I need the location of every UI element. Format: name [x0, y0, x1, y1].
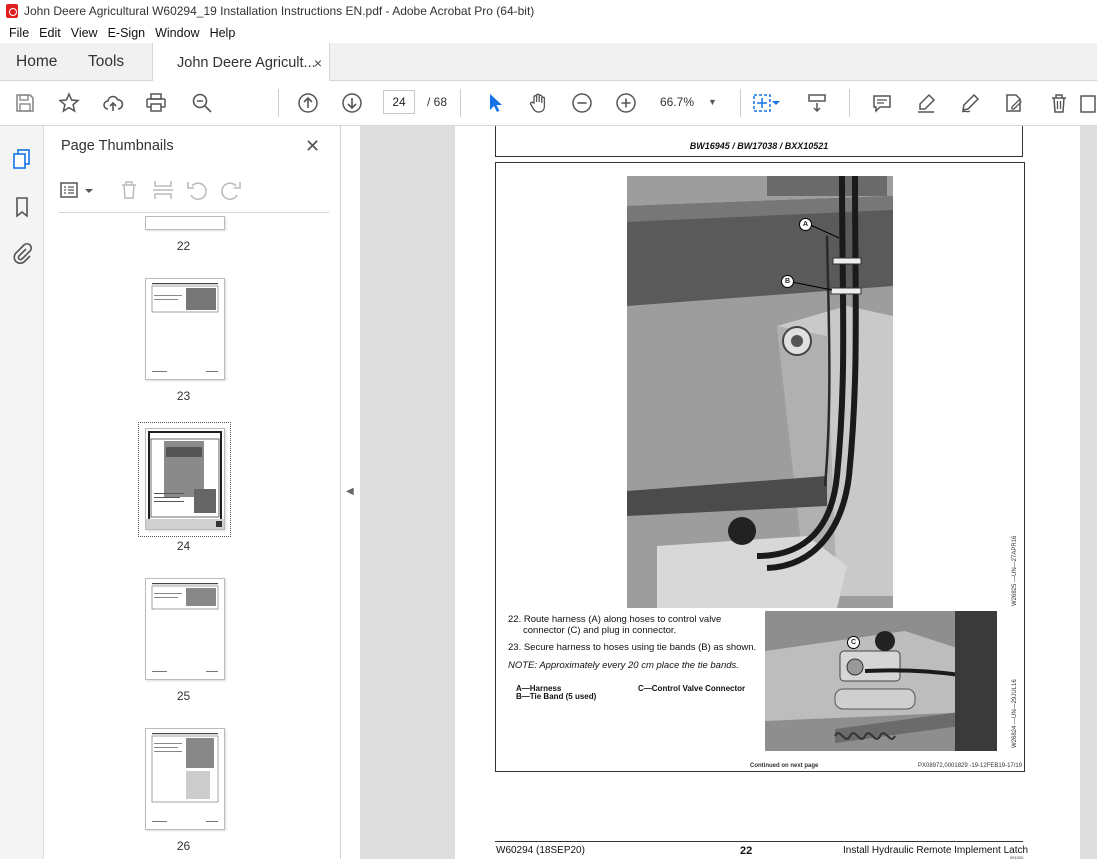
footer-page-number: 22 — [740, 845, 753, 857]
thumbnail-label: 26 — [176, 839, 191, 853]
menu-file[interactable]: File — [4, 26, 34, 40]
header-models: BW16945 / BW17038 / BXX10521 — [689, 141, 829, 151]
rotate-right-icon[interactable] — [219, 178, 243, 202]
thumbnail-label: 23 — [176, 389, 191, 403]
tab-document[interactable]: John Deere Agricult... × — [152, 43, 330, 82]
document-code: PX08972,0001829 -19-12FEB19-17/19 — [918, 763, 1023, 769]
extract-page-icon[interactable] — [151, 178, 175, 202]
thumbnail-label: 25 — [176, 689, 191, 703]
title-bar: John Deere Agricultural W60294_19 Instal… — [0, 0, 1097, 22]
tab-bar: Home Tools John Deere Agricult... × — [0, 43, 1097, 82]
chevron-down-icon[interactable] — [83, 178, 95, 202]
upload-cloud-icon[interactable] — [100, 90, 126, 116]
thumbnail-page-22[interactable] — [145, 216, 225, 230]
main-toolbar — [0, 81, 1097, 126]
thumbnail-page-24[interactable] — [145, 428, 225, 530]
edit-pdf-icon[interactable] — [1001, 90, 1027, 116]
page-total: / 68 — [427, 95, 448, 109]
zoom-search-icon[interactable] — [189, 90, 215, 116]
chevron-down-icon: ▼ — [708, 97, 717, 107]
more-tools-icon[interactable] — [1079, 90, 1097, 116]
figure-code-2: W26824 —UN—29JUL16 — [1012, 679, 1018, 748]
menu-edit[interactable]: Edit — [34, 26, 66, 40]
step-22-line-1: 22. Route harness (A) along hoses to con… — [508, 614, 722, 625]
attachment-icon[interactable] — [11, 242, 33, 264]
thumbnail-label: 22 — [176, 239, 191, 253]
navigation-rail — [0, 126, 44, 859]
toolbar-separator — [740, 89, 741, 117]
continued-note: Continued on next page — [750, 763, 819, 769]
zoom-value: 66.7% — [660, 95, 695, 109]
panel-title: Page Thumbnails — [61, 138, 174, 154]
installation-photo-harness-routing — [627, 176, 893, 608]
collapse-panel-icon[interactable]: ◀ — [346, 486, 354, 497]
save-icon[interactable] — [12, 90, 38, 116]
toolbar-separator — [278, 89, 279, 117]
toolbar-separator — [849, 89, 850, 117]
print-icon[interactable] — [143, 90, 169, 116]
bookmark-icon[interactable] — [11, 196, 33, 218]
step-22-line-2: connector (C) and plug in connector. — [523, 625, 677, 636]
step-23: 23. Secure harness to hoses using tie ba… — [508, 642, 757, 653]
tab-tools[interactable]: Tools — [88, 43, 124, 81]
menu-view[interactable]: View — [66, 26, 103, 40]
menu-window[interactable]: Window — [150, 26, 204, 40]
delete-page-icon[interactable] — [117, 178, 141, 202]
comment-icon[interactable] — [869, 90, 895, 116]
page-thumbnails-icon[interactable] — [11, 148, 33, 170]
window-title: John Deere Agricultural W60294_19 Instal… — [24, 4, 535, 18]
panel-divider — [59, 212, 329, 213]
footer-date-code: 091920 — [1010, 855, 1024, 860]
footer-doc-id: W60294 (18SEP20) — [496, 845, 585, 856]
legend-c: C—Control Valve Connector — [638, 684, 746, 693]
footer-rule — [495, 841, 1023, 842]
toolbar-separator — [460, 89, 461, 117]
scroll-mode-icon[interactable] — [804, 90, 830, 116]
thumbnail-page-26[interactable] — [145, 728, 225, 830]
highlighter-icon[interactable] — [913, 90, 939, 116]
callout-a: A — [799, 218, 812, 231]
menu-esign[interactable]: E-Sign — [103, 26, 151, 40]
note: NOTE: Approximately every 20 cm place th… — [508, 660, 739, 671]
trash-icon[interactable] — [1046, 90, 1072, 116]
close-icon[interactable]: ✕ — [305, 136, 320, 157]
chevron-down-icon[interactable] — [771, 90, 781, 116]
thumbnails-panel: Page Thumbnails ✕ 22 23 24 25 26 — [45, 126, 381, 859]
zoom-out-icon[interactable] — [569, 90, 595, 116]
acrobat-pdf-icon — [6, 4, 18, 18]
thumbnail-label: 24 — [176, 539, 191, 553]
callout-c: C — [847, 636, 860, 649]
menu-help[interactable]: Help — [205, 26, 241, 40]
figure-code-1: W26825 —UN—27APR16 — [1012, 535, 1018, 606]
footer-section-title: Install Hydraulic Remote Implement Latch — [843, 845, 1029, 856]
hand-tool-icon[interactable] — [525, 90, 551, 116]
sign-pen-icon[interactable] — [957, 90, 983, 116]
tab-home[interactable]: Home — [16, 43, 57, 81]
installation-photo-connector — [765, 611, 997, 751]
next-page-icon[interactable] — [339, 90, 365, 116]
star-icon[interactable] — [56, 90, 82, 116]
callout-b: B — [781, 275, 794, 288]
page-number-input[interactable]: 24 — [383, 90, 415, 114]
legend-b: B—Tie Band (5 used) — [516, 692, 597, 701]
thumbnail-list: 22 23 24 25 26 — [45, 216, 320, 859]
zoom-select[interactable]: 66.7% ▼ — [660, 90, 730, 114]
rotate-left-icon[interactable] — [185, 178, 209, 202]
tab-document-label: John Deere Agricult... — [177, 54, 316, 71]
zoom-in-icon[interactable] — [613, 90, 639, 116]
previous-page-icon[interactable] — [295, 90, 321, 116]
thumbnail-options-icon[interactable] — [59, 178, 83, 202]
thumbnail-page-25[interactable] — [145, 578, 225, 680]
menu-bar: File Edit View E-Sign Window Help — [0, 22, 1097, 43]
select-cursor-icon[interactable] — [482, 90, 508, 116]
thumbnail-page-23[interactable] — [145, 278, 225, 380]
tab-close-icon[interactable]: × — [314, 55, 322, 71]
